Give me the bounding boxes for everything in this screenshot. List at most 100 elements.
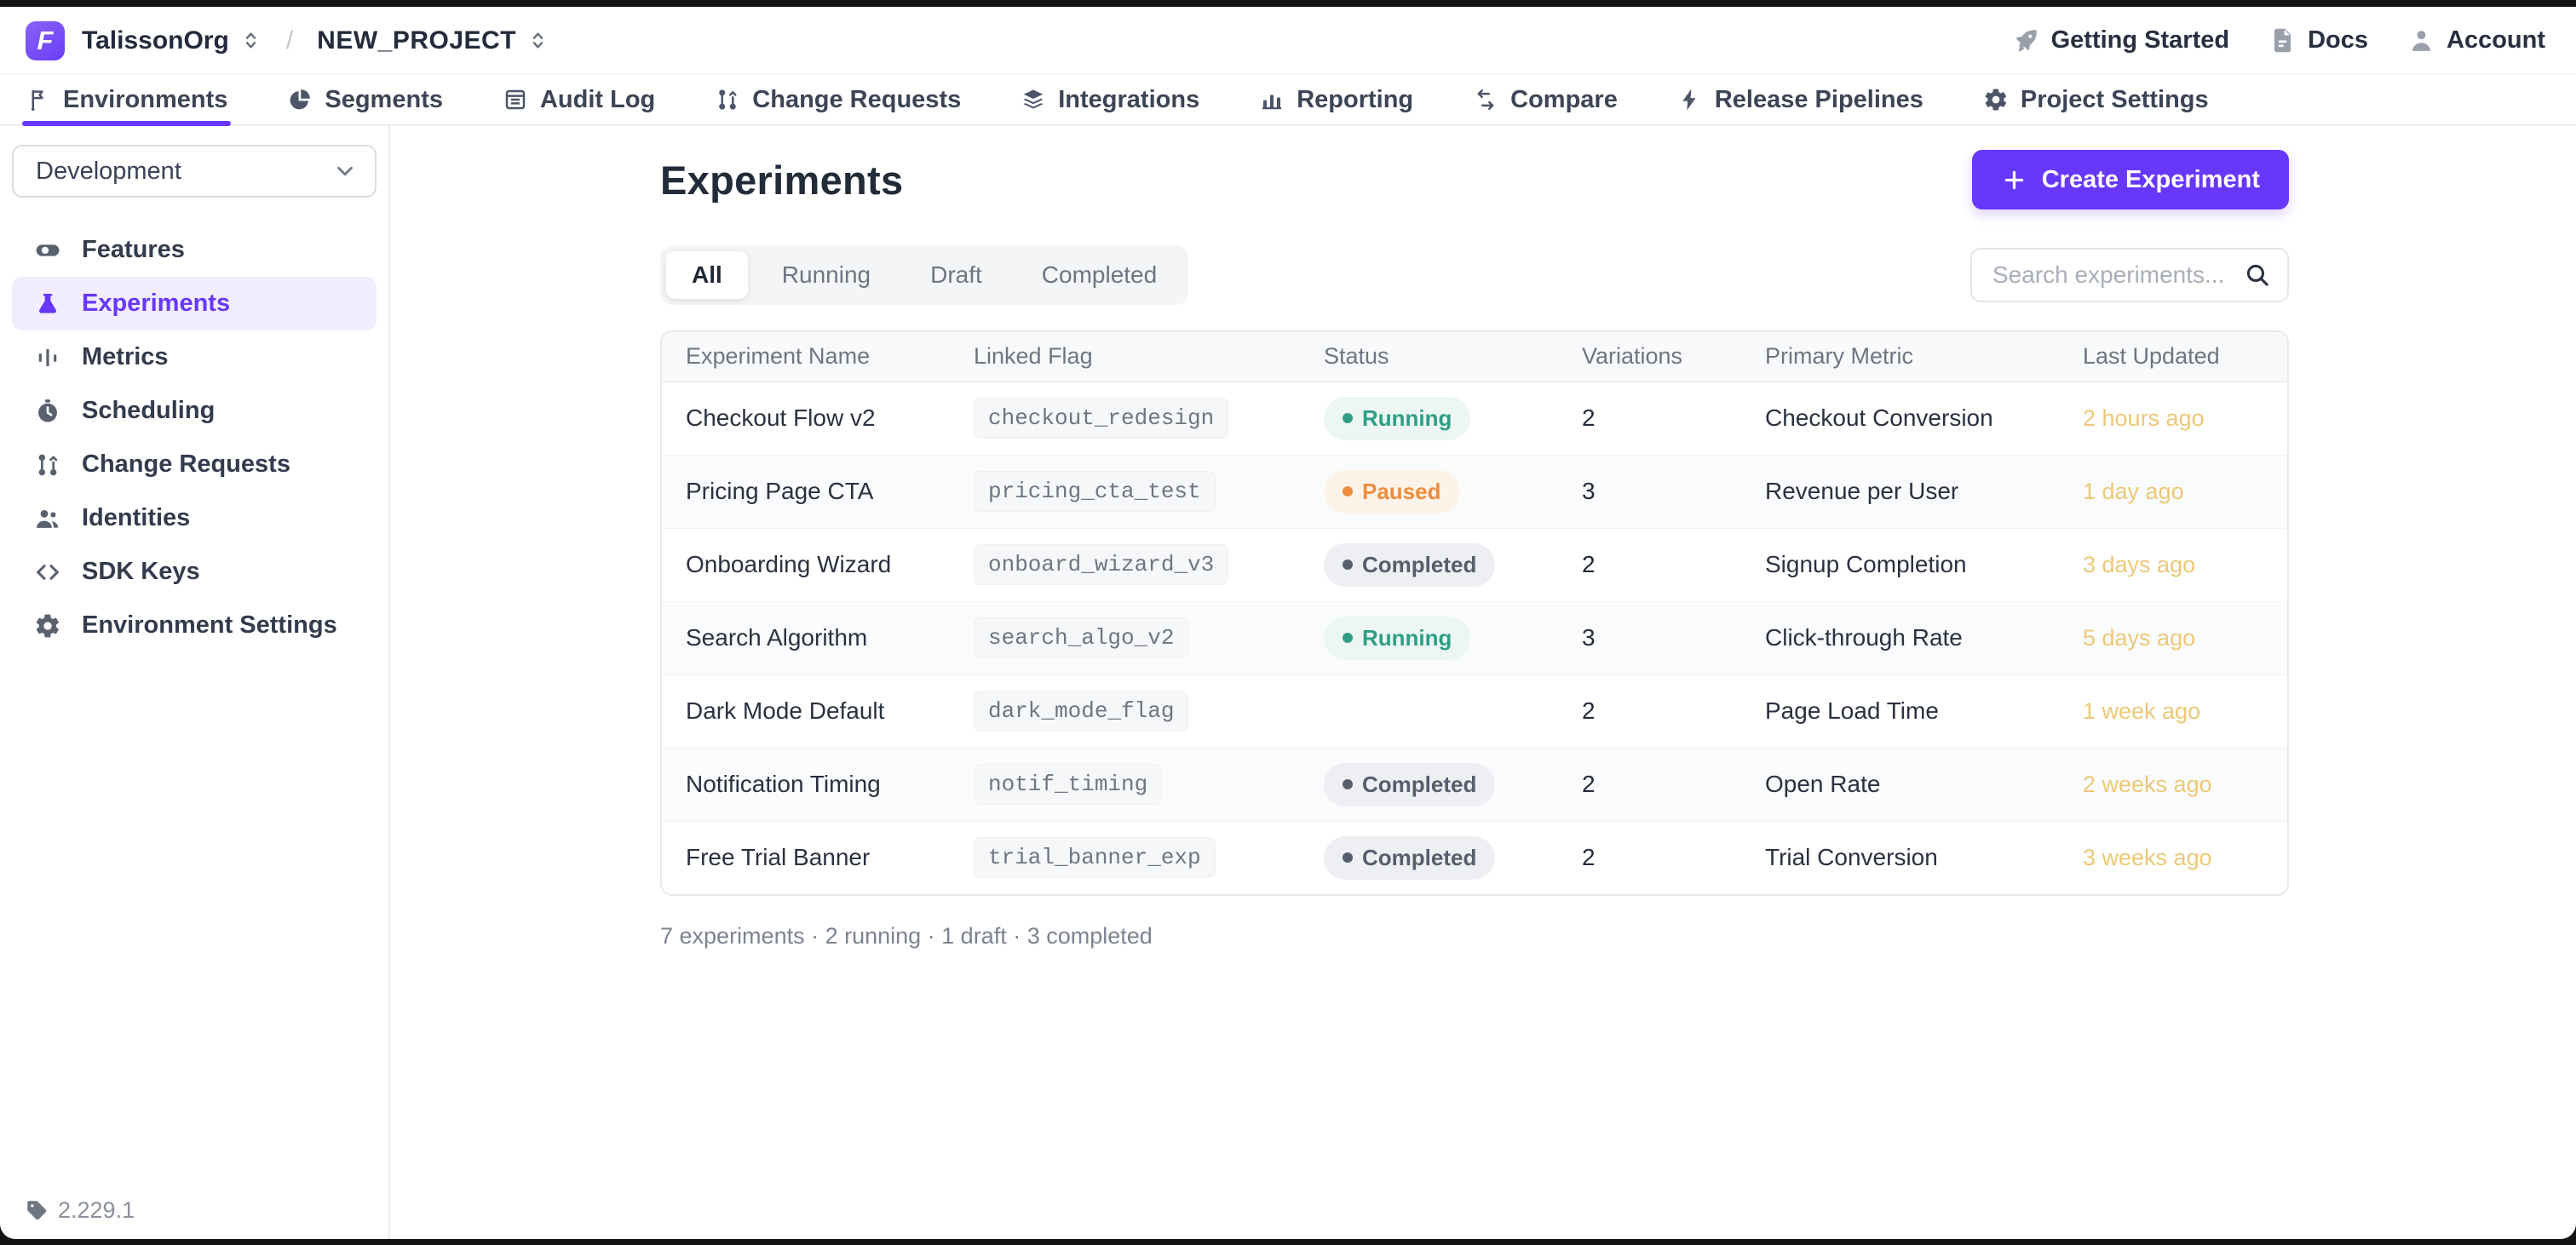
filter-tab-running[interactable]: Running (756, 251, 896, 299)
filter-tab-completed[interactable]: Completed (1016, 251, 1182, 299)
primary-metric-cell: Checkout Conversion (1765, 382, 2083, 455)
last-updated-cell: 1 day ago (2083, 455, 2287, 528)
nav-tab-environments[interactable]: Environments (26, 75, 227, 124)
sidebar-item-scheduling[interactable]: Scheduling (12, 384, 377, 438)
nav-tab-project-settings[interactable]: Project Settings (1983, 75, 2209, 124)
document-icon (2268, 26, 2297, 55)
status-badge: Completed (1324, 763, 1495, 806)
experiment-name-cell: Checkout Flow v2 (662, 382, 974, 455)
sidebar-item-metrics[interactable]: Metrics (12, 330, 377, 384)
primary-metric-cell: Click-through Rate (1765, 601, 2083, 674)
org-selector[interactable]: TalissonOrg (82, 26, 262, 55)
sidebar-item-experiments[interactable]: Experiments (12, 277, 377, 330)
bar-chart-icon (1259, 87, 1285, 112)
linked-flag-pill: search_algo_v2 (974, 617, 1188, 658)
flagsmith-logo: F (26, 21, 65, 60)
gear-icon (34, 612, 61, 640)
last-updated-cell: 2 hours ago (2083, 382, 2287, 455)
top-link-getting-started[interactable]: Getting Started (2012, 26, 2229, 55)
status-dot-icon (1343, 486, 1353, 496)
nav-tab-compare[interactable]: Compare (1473, 75, 1618, 124)
up-down-selector-icon (526, 29, 549, 52)
table-row[interactable]: Free Trial Bannertrial_banner_exp Complet… (662, 821, 2287, 894)
search-input[interactable] (1970, 248, 2289, 302)
table-row[interactable]: Notification Timingnotif_timingCompleted… (662, 748, 2287, 821)
experiment-name-cell: Notification Timing (662, 748, 974, 821)
top-link-docs[interactable]: Docs (2268, 26, 2368, 55)
linked-flag-cell: onboard_wizard_v3 (974, 528, 1324, 601)
status-badge: Paused (1324, 470, 1460, 513)
nav-tab-change-requests[interactable]: Change Requests (715, 75, 961, 124)
status-cell: Completed (1324, 821, 1582, 894)
nav-tab-release-pipelines[interactable]: Release Pipelines (1677, 75, 1923, 124)
linked-flag-cell: search_algo_v2 (974, 601, 1324, 674)
create-experiment-button[interactable]: Create Experiment (1972, 150, 2289, 209)
variations-cell: 2 (1582, 674, 1765, 748)
linked-flag-cell: dark_mode_flag (974, 674, 1324, 748)
version-number: 2.229.1 (58, 1197, 135, 1224)
linked-flag-pill: dark_mode_flag (974, 691, 1188, 732)
status-badge: Running (1324, 617, 1470, 660)
status-filter-tabs: AllRunningDraftCompleted (660, 245, 1188, 305)
table-row[interactable]: Search Algorithmsearch_algo_v2Running3Cl… (662, 601, 2287, 674)
nav-tab-reporting[interactable]: Reporting (1259, 75, 1413, 124)
linked-flag-pill: trial_banner_exp (974, 837, 1216, 878)
app-window: F TalissonOrg / NEW_PROJECT Getting Star… (0, 7, 2576, 1239)
primary-metric-cell: Revenue per User (1765, 455, 2083, 528)
primary-metric-cell: Signup Completion (1765, 528, 2083, 601)
nav-tab-segments[interactable]: Segments (287, 75, 443, 124)
nav-tab-integrations[interactable]: Integrations (1021, 75, 1199, 124)
gear-icon (1983, 87, 2009, 112)
variations-cell: 2 (1582, 382, 1765, 455)
top-bar: F TalissonOrg / NEW_PROJECT Getting Star… (0, 7, 2576, 75)
environment-selector[interactable]: Development (12, 145, 377, 198)
org-name: TalissonOrg (82, 26, 229, 55)
breadcrumb-separator: / (286, 26, 293, 55)
filter-tab-draft[interactable]: Draft (905, 251, 1008, 299)
pull-request-icon (715, 87, 740, 112)
status-badge: Completed (1324, 836, 1495, 880)
plus-icon (2001, 167, 2027, 193)
page-title: Experiments (660, 157, 903, 204)
sidebar-item-change-requests[interactable]: Change Requests (12, 438, 377, 491)
variations-cell: 3 (1582, 455, 1765, 528)
table-row[interactable]: Pricing Page CTApricing_cta_testPaused3R… (662, 455, 2287, 528)
status-cell: Completed (1324, 528, 1582, 601)
experiment-name-cell: Free Trial Banner (662, 821, 974, 894)
experiment-name-cell: Dark Mode Default (662, 674, 974, 748)
status-badge: Completed (1324, 543, 1495, 587)
sidebar-item-features[interactable]: Features (12, 223, 377, 277)
stopwatch-icon (34, 398, 61, 425)
project-selector[interactable]: NEW_PROJECT (317, 26, 549, 55)
status-dot-icon (1343, 852, 1353, 863)
sidebar-item-environment-settings[interactable]: Environment Settings (12, 599, 377, 652)
project-name: NEW_PROJECT (317, 26, 516, 55)
last-updated-cell: 1 week ago (2083, 674, 2287, 748)
version-tag: 2.229.1 (26, 1197, 135, 1224)
status-cell: Paused (1324, 455, 1582, 528)
last-updated-cell: 3 weeks ago (2083, 821, 2287, 894)
column-header-experiment-name: Experiment Name (662, 332, 974, 382)
table-row[interactable]: Dark Mode Defaultdark_mode_flag 2Page Loa… (662, 674, 2287, 748)
variations-cell: 3 (1582, 601, 1765, 674)
last-updated-cell: 2 weeks ago (2083, 748, 2287, 821)
variations-cell: 2 (1582, 528, 1765, 601)
sidebar-item-identities[interactable]: Identities (12, 491, 377, 545)
sidebar-item-sdk-keys[interactable]: SDK Keys (12, 545, 377, 599)
table-row[interactable]: Checkout Flow v2checkout_redesignRunning… (662, 382, 2287, 455)
table-header-row: Experiment NameLinked FlagStatusVariatio… (662, 332, 2287, 382)
filter-tab-all[interactable]: All (666, 251, 748, 299)
experiments-summary: 7 experiments · 2 running · 1 draft · 3 … (660, 923, 2289, 950)
pie-icon (287, 87, 313, 112)
environment-selector-value: Development (36, 158, 181, 186)
top-link-account[interactable]: Account (2407, 26, 2545, 55)
column-header-status: Status (1324, 332, 1582, 382)
flag-icon (26, 87, 51, 112)
primary-metric-cell: Page Load Time (1765, 674, 2083, 748)
column-header-primary-metric: Primary Metric (1765, 332, 2083, 382)
primary-metric-cell: Trial Conversion (1765, 821, 2083, 894)
experiment-name-cell: Pricing Page CTA (662, 455, 974, 528)
column-header-last-updated: Last Updated (2083, 332, 2287, 382)
nav-tab-audit-log[interactable]: Audit Log (503, 75, 655, 124)
table-row[interactable]: Onboarding Wizardonboard_wizard_v3Comple… (662, 528, 2287, 601)
